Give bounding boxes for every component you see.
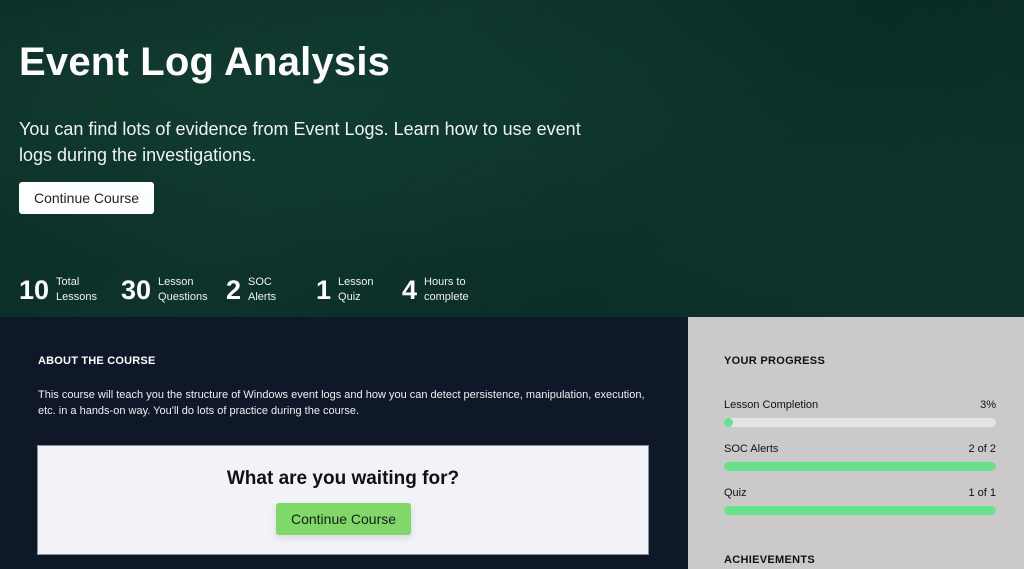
progress-lesson-completion: Lesson Completion 3%	[724, 399, 996, 427]
cta-title: What are you waiting for?	[226, 468, 460, 489]
progress-sidebar: YOUR PROGRESS Lesson Completion 3% SOC A…	[688, 317, 1024, 569]
stat-lesson-questions: 30 Lesson Questions	[121, 274, 208, 306]
course-description: You can find lots of evidence from Event…	[19, 119, 581, 165]
progress-bar-fill	[724, 506, 996, 515]
progress-value: 2 of 2	[968, 443, 996, 455]
stat-label: SOC Alerts	[248, 276, 277, 303]
progress-heading: YOUR PROGRESS	[724, 355, 826, 367]
stat-label: Total Lessons	[56, 276, 98, 303]
stat-value: 1	[316, 275, 332, 305]
progress-quiz: Quiz 1 of 1	[724, 487, 996, 515]
progress-label: Lesson Completion	[724, 399, 819, 411]
about-heading: ABOUT THE COURSE	[38, 355, 156, 367]
progress-value: 1 of 1	[968, 487, 996, 499]
progress-label: SOC Alerts	[724, 443, 779, 455]
stat-lesson-quiz: 1 Lesson Quiz	[316, 274, 374, 306]
progress-bar-fill	[724, 462, 996, 471]
cta-panel: What are you waiting for? Continue Cours…	[37, 445, 649, 555]
course-hero: Event Log Analysis You can find lots of …	[0, 0, 1024, 317]
about-text: This course will teach you the structure…	[38, 389, 645, 417]
progress-bar	[724, 418, 996, 427]
achievements-heading: ACHIEVEMENTS	[724, 554, 815, 566]
course-main: ABOUT THE COURSE This course will teach …	[0, 317, 688, 569]
continue-course-button[interactable]: Continue Course	[19, 182, 154, 214]
cta-continue-course-button[interactable]: Continue Course	[276, 503, 411, 535]
stat-total-lessons: 10 Total Lessons	[19, 274, 97, 306]
progress-bar	[724, 506, 996, 515]
stat-soc-alerts: 2 SOC Alerts	[226, 274, 276, 306]
progress-label: Quiz	[724, 487, 747, 499]
stat-value: 4	[402, 275, 418, 305]
stat-value: 10	[19, 275, 50, 305]
stat-label: Lesson Questions	[158, 276, 208, 303]
progress-value: 3%	[980, 399, 996, 411]
stat-value: 2	[226, 275, 242, 305]
stat-value: 30	[121, 275, 152, 305]
stat-hours: 4 Hours to complete	[402, 274, 469, 306]
stat-label: Hours to complete	[424, 276, 469, 303]
stat-label: Lesson Quiz	[338, 276, 374, 303]
progress-bar-fill	[724, 418, 733, 427]
progress-soc-alerts: SOC Alerts 2 of 2	[724, 443, 996, 471]
progress-bar	[724, 462, 996, 471]
course-title: Event Log Analysis	[19, 40, 391, 84]
